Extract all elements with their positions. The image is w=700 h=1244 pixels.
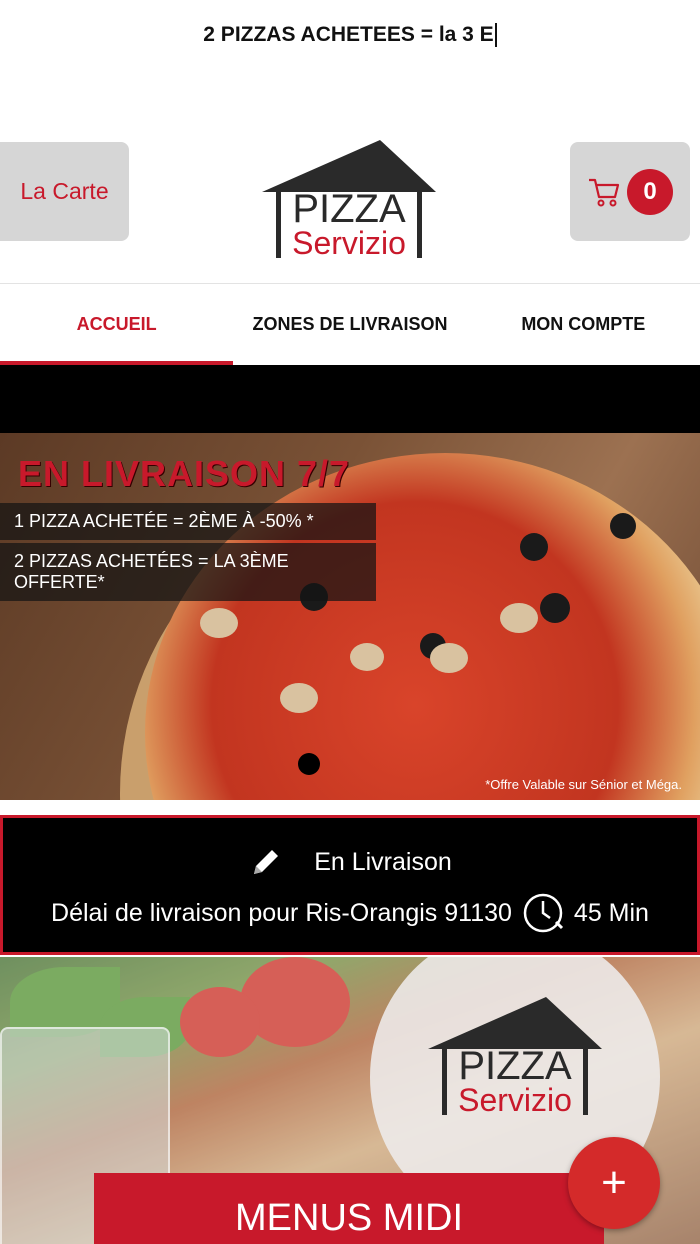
banner-note: *Offre Valable sur Sénior et Méga. <box>485 777 682 792</box>
tab-zones-de-livraison[interactable]: ZONES DE LIVRAISON <box>233 284 466 365</box>
logo-roof <box>428 997 602 1049</box>
carousel-indicator[interactable] <box>298 753 320 775</box>
main-nav: ACCUEIL ZONES DE LIVRAISON MON COMPTE <box>0 283 700 365</box>
menus-midi-button[interactable]: MENUS MIDI <box>94 1173 604 1244</box>
tab-accueil[interactable]: ACCUEIL <box>0 284 234 365</box>
promo-banner[interactable]: EN LIVRAISON 7/7 1 PIZZA ACHETÉE = 2ÈME … <box>0 433 700 800</box>
pizza-servizio-logo[interactable]: PIZZA Servizio <box>262 140 436 264</box>
banner-spacer <box>0 365 700 433</box>
olive <box>520 533 548 561</box>
clock-icon <box>523 893 563 933</box>
delivery-delay-row: Délai de livraison pour Ris-Orangis 9113… <box>3 890 697 936</box>
promo-ticker: 2 PIZZAS ACHETEES = la 3 E <box>0 0 700 70</box>
header: La Carte PIZZA Servizio 0 <box>0 130 700 280</box>
cart-icon <box>589 178 620 206</box>
menus-midi-section: PIZZA Servizio MENUS MIDI + <box>0 957 700 1244</box>
plus-icon: + <box>601 1158 627 1207</box>
ticker-text: 2 PIZZAS ACHETEES = la 3 E <box>203 23 494 46</box>
delivery-info-panel[interactable]: En Livraison Délai de livraison pour Ris… <box>0 815 700 955</box>
banner-offer-1: 1 PIZZA ACHETÉE = 2ÈME À -50% * <box>0 503 376 540</box>
olive <box>540 593 570 623</box>
text-caret <box>494 23 497 47</box>
tab-mon-compte[interactable]: MON COMPTE <box>467 284 700 365</box>
logo-word-servizio: Servizio <box>458 1082 572 1118</box>
delivery-mode: En Livraison <box>314 847 452 876</box>
logo-roof <box>262 140 436 192</box>
cart-count-badge: 0 <box>627 168 673 215</box>
mushroom <box>200 608 238 638</box>
la-carte-button[interactable]: La Carte <box>0 142 129 241</box>
mushroom <box>280 683 318 713</box>
delivery-mode-row: En Livraison <box>3 844 697 880</box>
delivery-duration: 45 Min <box>573 898 649 927</box>
banner-title: EN LIVRAISON 7/7 <box>18 453 351 494</box>
mushroom <box>430 643 468 673</box>
logo-word-servizio: Servizio <box>292 225 406 261</box>
cart-button[interactable]: 0 <box>570 142 690 241</box>
banner-offer-2: 2 PIZZAS ACHETÉES = LA 3ÈME OFFERTE* <box>0 543 376 601</box>
add-fab-button[interactable]: + <box>568 1137 660 1229</box>
mushroom <box>350 643 384 671</box>
pizza-servizio-logo-large: PIZZA Servizio <box>428 997 602 1118</box>
delivery-delay-text: Délai de livraison pour Ris-Orangis 9113… <box>51 898 512 927</box>
mushroom <box>500 603 538 633</box>
pencil-icon[interactable] <box>248 844 284 880</box>
olive <box>610 513 636 539</box>
la-carte-label: La Carte <box>20 178 109 204</box>
menus-midi-label: MENUS MIDI <box>235 1197 463 1239</box>
